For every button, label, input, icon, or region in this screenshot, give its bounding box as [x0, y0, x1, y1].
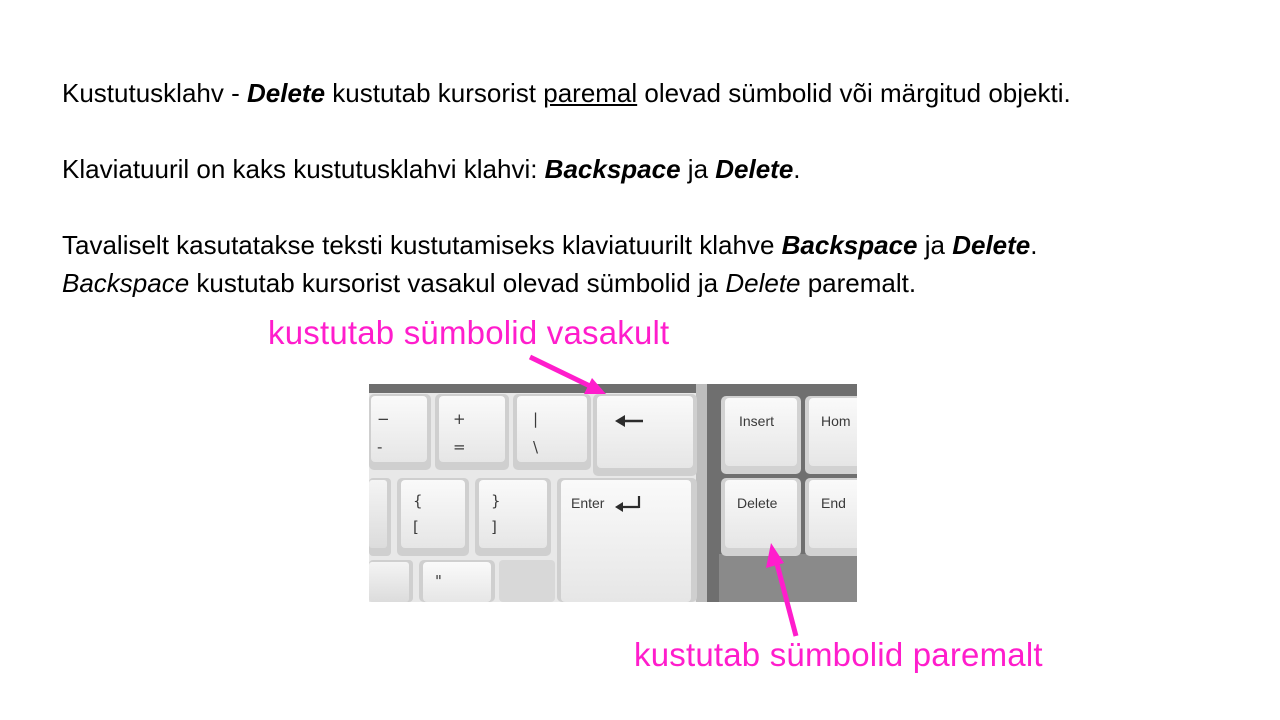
slide: Kustutusklahv - Delete kustutab kursoris… — [0, 0, 1280, 720]
arrow-to-delete-icon — [766, 543, 799, 637]
annotation-arrows — [528, 354, 799, 637]
keyboard-illustration: kustutab sümbolid vasakult kustutab sümb… — [0, 0, 1280, 720]
arrow-to-backspace-icon — [528, 354, 606, 394]
